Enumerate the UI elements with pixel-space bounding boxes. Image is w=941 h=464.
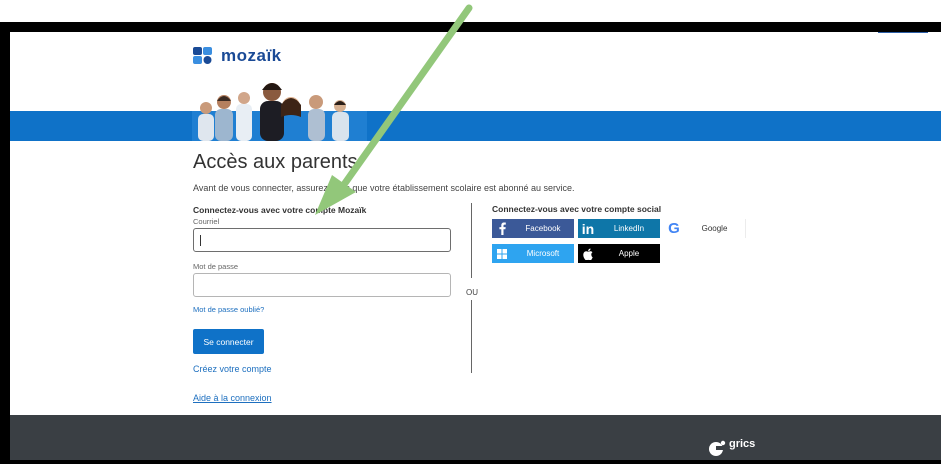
facebook-icon	[492, 219, 512, 238]
divider-line-top	[471, 203, 472, 278]
forgot-password-link[interactable]: Mot de passe oublié?	[193, 305, 264, 314]
password-label: Mot de passe	[193, 262, 239, 271]
login-button[interactable]: Se connecter	[193, 329, 264, 354]
facebook-label: Facebook	[525, 224, 561, 233]
screen-frame-bottom	[0, 460, 941, 464]
page-title: Accès aux parents	[193, 151, 358, 173]
apple-label: Apple	[618, 249, 640, 258]
apple-icon	[578, 244, 598, 263]
grics-logo[interactable]: grics	[708, 438, 756, 456]
apple-login-button[interactable]: Apple	[578, 244, 660, 263]
microsoft-login-button[interactable]: Microsoft	[492, 244, 574, 263]
screen-frame-top	[0, 22, 941, 32]
linkedin-login-button[interactable]: in LinkedIn	[578, 219, 660, 238]
intro-text: Avant de vous connecter, assurez-vous qu…	[193, 183, 575, 193]
help-login-link[interactable]: Aide à la connexion	[193, 393, 272, 403]
grics-name: grics	[729, 438, 756, 450]
page-footer	[10, 415, 941, 460]
google-label: Google	[701, 224, 728, 233]
social-login-heading: Connectez-vous avec votre compte social	[492, 204, 662, 214]
mozaik-logo[interactable]: mozaïk	[193, 46, 282, 66]
google-icon: G	[668, 220, 680, 237]
linkedin-label: LinkedIn	[613, 224, 645, 233]
google-login-button[interactable]: G Google	[664, 219, 746, 238]
text-cursor	[200, 235, 201, 246]
linkedin-icon: in	[581, 220, 595, 237]
create-account-link[interactable]: Créez votre compte	[193, 364, 272, 374]
facebook-login-button[interactable]: Facebook	[492, 219, 574, 238]
email-field[interactable]	[193, 228, 451, 252]
microsoft-icon	[492, 244, 512, 263]
email-label: Courriel	[193, 217, 220, 226]
password-field[interactable]	[193, 273, 451, 297]
divider-or-label: OU	[466, 288, 478, 297]
brand-name: mozaïk	[221, 46, 282, 65]
mozaik-logo-icon	[193, 47, 212, 64]
family-photo	[192, 83, 367, 141]
screen-frame-left	[0, 22, 10, 464]
divider-line-bottom	[471, 300, 472, 373]
top-edge-line	[878, 32, 928, 33]
mozaik-login-heading: Connectez-vous avec votre compte Mozaïk	[193, 205, 367, 215]
grics-logo-icon	[709, 440, 726, 456]
microsoft-label: Microsoft	[526, 249, 560, 258]
header-banner	[10, 111, 941, 141]
